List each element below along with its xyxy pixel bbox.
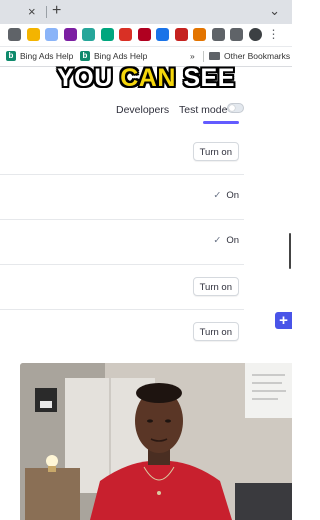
turn-on-button[interactable]: Turn on	[192, 322, 239, 341]
extension-color-icon[interactable]	[26, 28, 40, 41]
add-button[interactable]: +	[275, 312, 292, 329]
list-item: ✓ On	[0, 175, 244, 220]
grammar-icon[interactable]	[45, 28, 58, 41]
browser-tab-strip: × + ⌄	[0, 0, 292, 24]
webcam-video-overlay	[20, 363, 292, 520]
bookmark-bing-ads-help-2[interactable]: b Bing Ads Help	[80, 51, 147, 61]
list-item: Turn on	[0, 310, 244, 354]
clock-icon[interactable]	[137, 28, 151, 41]
list-item: ✓ On	[0, 220, 244, 265]
status-label: On	[226, 235, 239, 246]
v-check-icon[interactable]	[100, 28, 114, 41]
puzzle-icon[interactable]	[230, 28, 243, 41]
status-label: On	[226, 190, 239, 201]
new-tab-icon[interactable]: +	[52, 2, 61, 20]
bookmark-bing-ads-help-1[interactable]: b Bing Ads Help	[6, 51, 73, 61]
bookmarks-separator	[203, 51, 204, 62]
wall-poster	[35, 388, 57, 412]
tab-separator	[46, 6, 47, 18]
camera-icon[interactable]	[8, 28, 21, 41]
lamp	[46, 455, 58, 467]
status-on: ✓ On	[213, 190, 239, 201]
bookmark-label: Bing Ads Help	[20, 51, 74, 61]
translate-icon[interactable]	[174, 28, 188, 41]
test-mode-toggle[interactable]	[227, 103, 244, 113]
status-on: ✓ On	[213, 235, 239, 246]
turn-on-button[interactable]: Turn on	[192, 277, 239, 296]
whiteboard	[245, 363, 292, 418]
video-caption: YOU CAN SEE	[0, 64, 292, 93]
bing-logo-icon: b	[6, 51, 16, 61]
drop-icon[interactable]	[82, 28, 95, 41]
other-bookmarks-label: Other Bookmarks	[224, 51, 291, 61]
check-icon: ✓	[213, 235, 222, 246]
scrollbar-thumb[interactable]	[289, 233, 291, 269]
page-header: Developers Test mode	[0, 96, 292, 122]
caption-text-2: SEE	[175, 64, 235, 92]
extensions-toolbar: ⋮	[0, 24, 292, 47]
turn-on-button[interactable]: Turn on	[192, 142, 239, 161]
settings-list: Turn on ✓ On ✓ On Turn on Turn on	[0, 130, 244, 354]
primary-button-edge[interactable]	[203, 121, 239, 124]
check-icon: ✓	[213, 190, 222, 201]
menu-dots-icon[interactable]: ⋮	[267, 28, 280, 41]
developers-link[interactable]: Developers	[116, 104, 169, 116]
bing-logo-icon: b	[80, 51, 90, 61]
presenter-video-frame	[20, 363, 292, 520]
shield-icon[interactable]	[119, 28, 132, 41]
tab-search-chevron-icon[interactable]: ⌄	[269, 3, 280, 19]
caption-highlight: CAN	[120, 64, 176, 92]
lock-icon[interactable]	[193, 28, 206, 41]
close-tab-icon[interactable]: ×	[28, 4, 36, 19]
list-item: Turn on	[0, 130, 244, 175]
avatar-icon[interactable]	[248, 28, 262, 41]
other-bookmarks[interactable]: Other Bookmarks	[209, 51, 290, 61]
list-item: Turn on	[0, 265, 244, 310]
globe-icon[interactable]	[156, 28, 169, 41]
bookmarks-overflow-icon[interactable]: »	[190, 51, 195, 61]
timer-icon[interactable]	[211, 28, 225, 41]
colorwheel-icon[interactable]	[63, 28, 77, 41]
folder-icon	[209, 52, 220, 60]
test-mode-label: Test mode	[179, 104, 228, 116]
bookmark-label: Bing Ads Help	[94, 51, 148, 61]
caption-text-1: YOU	[57, 64, 121, 92]
